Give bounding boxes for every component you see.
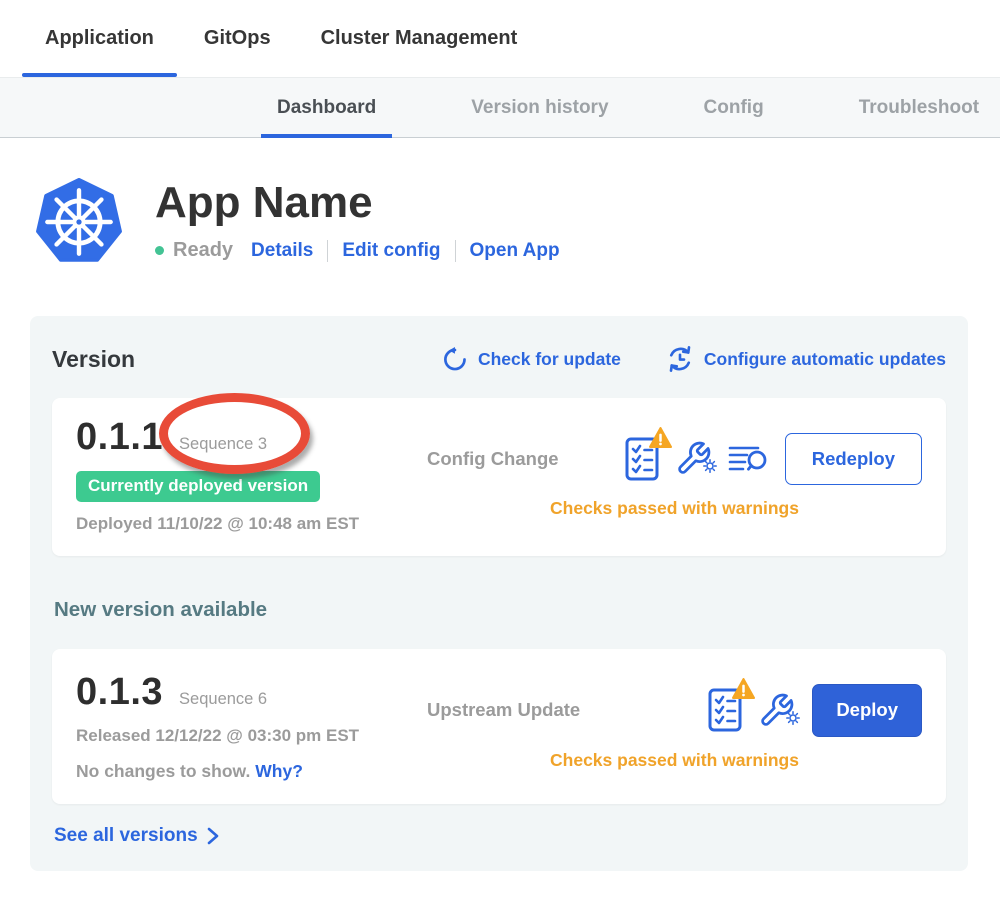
configure-automatic-updates-label: Configure automatic updates: [704, 349, 946, 370]
gear-icon: [786, 711, 800, 730]
preflight-checks-icon[interactable]: [708, 688, 742, 732]
version-check-icons: [625, 437, 768, 481]
deployed-timestamp: Deployed 11/10/22 @ 10:48 am EST: [76, 514, 427, 534]
tab-gitops[interactable]: GitOps: [181, 0, 294, 77]
app-header: App Name Ready Details Edit config Open …: [35, 178, 1000, 266]
current-version-number: 0.1.1: [76, 418, 163, 458]
currently-deployed-badge: Currently deployed version: [76, 471, 320, 502]
released-timestamp: Released 12/12/22 @ 03:30 pm EST: [76, 726, 427, 746]
details-link[interactable]: Details: [251, 240, 313, 262]
see-all-versions-link[interactable]: See all versions: [54, 825, 946, 847]
primary-nav: Application GitOps Cluster Management: [0, 0, 1000, 77]
secondary-nav: Dashboard Version history Config Trouble…: [0, 77, 1000, 138]
deploy-button[interactable]: Deploy: [812, 684, 922, 737]
current-version-sequence: Sequence 3: [179, 435, 267, 454]
redeploy-button[interactable]: Redeploy: [785, 433, 922, 486]
version-check-icons: [708, 688, 795, 732]
refresh-icon: [442, 346, 469, 373]
current-version-card: 0.1.1 Sequence 3 Currently deployed vers…: [52, 398, 946, 556]
warning-triangle-icon: [732, 678, 755, 704]
see-all-versions-label: See all versions: [54, 825, 198, 847]
divider: [327, 240, 328, 262]
tab-troubleshoot[interactable]: Troubleshoot: [843, 78, 995, 137]
page-title: App Name: [155, 180, 560, 226]
app-header-text: App Name Ready Details Edit config Open …: [155, 178, 560, 266]
status-badge: Ready: [173, 239, 233, 262]
edit-config-icon[interactable]: [758, 692, 795, 729]
checks-status-text: Checks passed with warnings: [427, 750, 922, 771]
app-status-row: Ready Details Edit config Open App: [155, 239, 560, 262]
checks-status-text: Checks passed with warnings: [427, 498, 922, 519]
new-version-actions: Upstream Update: [427, 673, 922, 782]
no-changes-text: No changes to show.: [76, 761, 250, 781]
new-version-info: 0.1.3 Sequence 6 Released 12/12/22 @ 03:…: [76, 673, 427, 782]
new-version-sequence: Sequence 6: [179, 690, 267, 709]
status-ready-dot-icon: [155, 246, 164, 255]
version-heading: Version: [52, 346, 135, 373]
configure-automatic-updates-link[interactable]: Configure automatic updates: [665, 344, 946, 374]
chevron-right-icon: [207, 827, 220, 845]
new-version-card: 0.1.3 Sequence 6 Released 12/12/22 @ 03:…: [52, 649, 946, 804]
check-for-update-link[interactable]: Check for update: [442, 346, 621, 373]
auto-update-clock-icon: [665, 344, 695, 374]
changes-note: No changes to show. Why?: [76, 761, 427, 782]
tab-version-history[interactable]: Version history: [455, 78, 624, 137]
gear-icon: [703, 459, 717, 478]
warning-triangle-icon: [649, 427, 672, 453]
current-version-info: 0.1.1 Sequence 3 Currently deployed vers…: [76, 418, 427, 534]
version-section-header: Version Check for update: [52, 344, 946, 374]
version-source-label: Config Change: [427, 448, 559, 470]
tab-config[interactable]: Config: [688, 78, 780, 137]
kubernetes-logo-icon: [35, 178, 123, 266]
why-link[interactable]: Why?: [255, 761, 303, 781]
tab-dashboard[interactable]: Dashboard: [261, 78, 392, 137]
new-version-number: 0.1.3: [76, 673, 163, 713]
current-version-actions: Config Change: [427, 418, 922, 534]
new-version-row: 0.1.3 Sequence 6: [76, 673, 427, 713]
version-section: Version Check for update: [30, 316, 968, 871]
open-app-link[interactable]: Open App: [470, 240, 560, 262]
preflight-checks-icon[interactable]: [625, 437, 659, 481]
view-files-icon[interactable]: [728, 444, 768, 474]
current-version-row: 0.1.1 Sequence 3: [76, 418, 427, 458]
divider: [455, 240, 456, 262]
edit-config-link[interactable]: Edit config: [342, 240, 440, 262]
edit-config-icon[interactable]: [675, 440, 712, 477]
tab-application[interactable]: Application: [22, 0, 177, 77]
version-source-label: Upstream Update: [427, 699, 580, 721]
tab-cluster-management[interactable]: Cluster Management: [298, 0, 541, 77]
new-version-heading: New version available: [54, 598, 946, 622]
version-actions: Check for update Configure automatic upd…: [442, 344, 946, 374]
check-for-update-label: Check for update: [478, 349, 621, 370]
